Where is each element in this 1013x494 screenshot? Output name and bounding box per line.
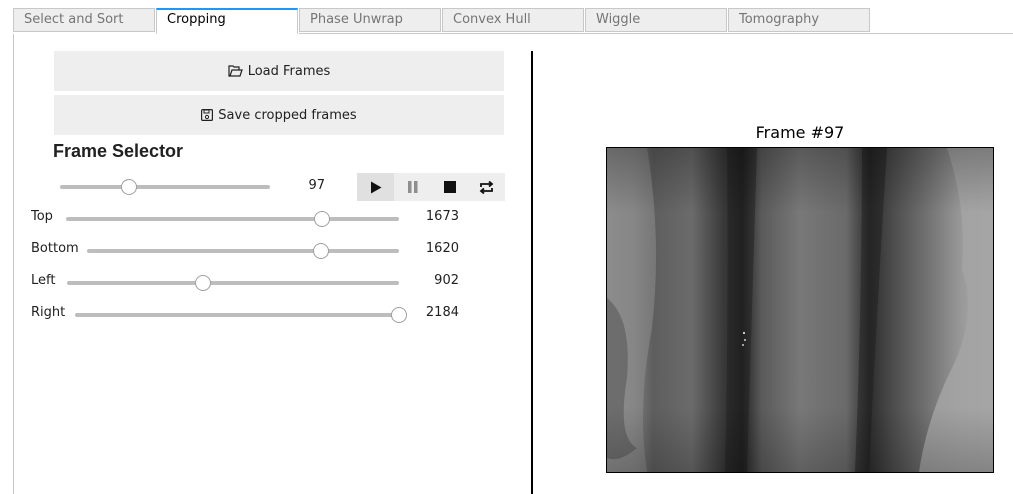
frame-slider-track [60, 185, 270, 189]
crop-bottom-slider[interactable] [87, 243, 399, 259]
crop-top-label: Top [31, 209, 53, 224]
tab-phase-unwrap[interactable]: Phase Unwrap [299, 8, 441, 32]
frame-slider[interactable] [60, 179, 270, 195]
stop-icon [443, 181, 456, 193]
frame-image-render [607, 148, 993, 472]
tab-tomography[interactable]: Tomography [728, 8, 870, 32]
pause-icon [407, 181, 417, 193]
panel-divider [531, 51, 533, 494]
crop-left-slider-track [67, 281, 399, 285]
crop-bottom-label: Bottom [31, 241, 79, 256]
tab-bar-divider [299, 33, 1013, 34]
play-button[interactable] [357, 173, 394, 201]
crop-left-slider[interactable] [67, 275, 399, 291]
crop-right-label: Right [31, 305, 66, 320]
frame-slider-thumb[interactable] [121, 179, 138, 195]
frame-image [606, 147, 994, 473]
load-frames-label: Load Frames [247, 63, 331, 79]
crop-left-label: Left [31, 273, 56, 288]
save-cropped-frames-label: Save cropped frames [218, 107, 357, 123]
figure-title: Frame #97 [755, 123, 845, 142]
playback-controls [357, 173, 505, 201]
crop-left-slider-thumb[interactable] [195, 275, 212, 291]
repeat-button[interactable] [468, 173, 505, 201]
play-icon [370, 181, 381, 193]
tab-wiggle[interactable]: Wiggle [585, 8, 727, 32]
crop-top-slider[interactable] [66, 211, 399, 227]
save-cropped-frames-button[interactable]: Save cropped frames [54, 95, 504, 135]
crop-bottom-slider-thumb[interactable] [313, 243, 329, 259]
pause-button[interactable] [394, 173, 431, 201]
frame-value: 97 [308, 178, 325, 193]
crop-right-value: 2184 [425, 305, 459, 320]
crop-top-value: 1673 [425, 209, 459, 224]
tab-select-and-sort[interactable]: Select and Sort [13, 8, 155, 32]
folder-open-icon [228, 65, 243, 77]
tab-convex-hull[interactable]: Convex Hull [442, 8, 584, 32]
stop-button[interactable] [431, 173, 468, 201]
crop-left-value: 902 [434, 273, 459, 288]
panel-left-border [13, 34, 14, 494]
crop-right-slider-track [75, 313, 399, 317]
floppy-disk-icon [201, 109, 214, 121]
tab-bar: Select and Sort Cropping Phase Unwrap Co… [13, 8, 1013, 34]
crop-top-slider-track [66, 217, 399, 221]
tab-cropping[interactable]: Cropping [156, 8, 298, 34]
crop-right-slider[interactable] [75, 307, 407, 323]
repeat-icon [479, 180, 494, 194]
crop-top-slider-thumb[interactable] [314, 211, 331, 227]
crop-bottom-slider-track [87, 249, 399, 253]
load-frames-button[interactable]: Load Frames [54, 51, 504, 91]
frame-selector-title: Frame Selector [53, 141, 184, 161]
crop-bottom-value: 1620 [425, 241, 459, 256]
